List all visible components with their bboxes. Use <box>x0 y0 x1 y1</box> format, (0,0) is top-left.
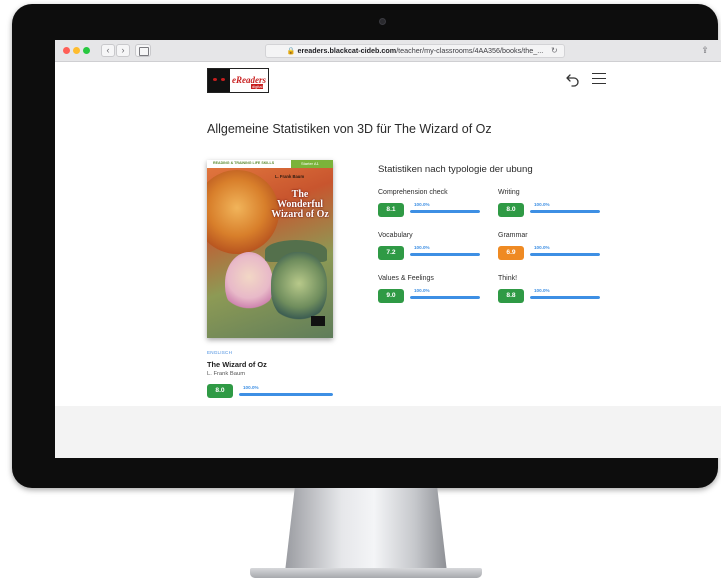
stat-vocabulary: Vocabulary 7.2 100.0% <box>378 232 493 268</box>
score-percent: 100.0% <box>243 385 259 390</box>
stat-values-feelings: Values & Feelings 9.0 100.0% <box>378 275 493 311</box>
sidebar-toggle-icon[interactable] <box>135 44 151 57</box>
book-author: L. Frank Baum <box>207 371 246 377</box>
page-content: eReaders digital Allgemeine Statistiken … <box>55 62 721 458</box>
score-percent: 100.0% <box>534 245 550 250</box>
progress-fill <box>410 210 480 213</box>
reload-icon[interactable]: ↻ <box>551 44 558 58</box>
stat-comprehension-check: Comprehension check 8.1 100.0% <box>378 189 493 225</box>
monitor-bezel: ‹ › 🔒 ereaders.blackcat-cideb.com/teacher… <box>12 4 721 488</box>
url-host: ereaders.blackcat-cideb.com <box>297 46 397 55</box>
url-path: /teacher/my-classrooms/4AA356/books/the_… <box>396 46 544 55</box>
cover-title: The Wonderful Wizard of Oz <box>271 189 329 220</box>
score-percent: 100.0% <box>414 288 430 293</box>
stats-title: Statistiken nach typologie der ubung <box>378 164 533 175</box>
hamburger-menu-icon[interactable] <box>592 73 606 85</box>
score-percent: 100.0% <box>534 288 550 293</box>
stat-label: Vocabulary <box>378 232 413 239</box>
stat-label: Think! <box>498 275 518 282</box>
stat-think: Think! 8.8 100.0% <box>498 275 613 311</box>
progress-bar <box>530 296 600 299</box>
score-badge: 8.0 <box>207 384 233 398</box>
monitor-stand <box>285 488 447 572</box>
score-badge: 9.0 <box>378 289 404 303</box>
lock-icon: 🔒 <box>286 48 296 55</box>
address-bar[interactable]: 🔒 ereaders.blackcat-cideb.com/teacher/my-… <box>265 44 565 58</box>
publisher-logo-icon <box>311 316 325 326</box>
score-percent: 100.0% <box>414 202 430 207</box>
progress-fill <box>410 296 480 299</box>
book-cover[interactable]: READING & TRAINING LIFE SKILLS Starter A… <box>207 160 333 338</box>
monitor-stand-base <box>250 568 482 578</box>
book-language: ENGLISCH <box>207 350 233 355</box>
cover-level: Starter A1 <box>301 161 319 166</box>
score-percent: 100.0% <box>534 202 550 207</box>
stat-label: Comprehension check <box>378 189 448 196</box>
progress-fill <box>530 296 600 299</box>
back-arrow-icon[interactable] <box>565 72 581 88</box>
score-badge: 8.8 <box>498 289 524 303</box>
stat-label: Values & Feelings <box>378 275 434 282</box>
progress-bar <box>410 210 480 213</box>
progress-fill <box>530 253 600 256</box>
camera-icon <box>379 18 386 25</box>
score-badge: 6.9 <box>498 246 524 260</box>
progress-bar <box>530 210 600 213</box>
screen: ‹ › 🔒 ereaders.blackcat-cideb.com/teacher… <box>55 40 721 458</box>
stat-label: Writing <box>498 189 520 196</box>
logo-sub: digital <box>251 84 264 89</box>
progress-bar <box>410 253 480 256</box>
share-icon[interactable]: ⇪ <box>698 44 712 57</box>
black-cat-icon <box>208 69 230 92</box>
stat-grammar: Grammar 6.9 100.0% <box>498 232 613 268</box>
page-title: Allgemeine Statistiken von 3D für The Wi… <box>207 122 492 136</box>
stat-writing: Writing 8.0 100.0% <box>498 189 613 225</box>
score-badge: 7.2 <box>378 246 404 260</box>
ereaders-logo[interactable]: eReaders digital <box>207 68 269 93</box>
progress-bar <box>410 296 480 299</box>
window-maximize-icon[interactable] <box>83 47 90 54</box>
progress-bar <box>530 253 600 256</box>
progress-fill <box>530 210 600 213</box>
stat-label: Grammar <box>498 232 528 239</box>
browser-back-button[interactable]: ‹ <box>101 44 115 57</box>
score-badge: 8.1 <box>378 203 404 217</box>
progress-fill <box>239 393 333 396</box>
cover-author: L. Frank Baum <box>275 174 305 179</box>
browser-toolbar: ‹ › 🔒 ereaders.blackcat-cideb.com/teacher… <box>55 40 721 62</box>
score-percent: 100.0% <box>414 245 430 250</box>
url-text: ereaders.blackcat-cideb.com/teacher/my-c… <box>298 46 544 55</box>
browser-forward-button[interactable]: › <box>116 44 130 57</box>
book-title[interactable]: The Wizard of Oz <box>207 360 267 369</box>
progress-bar <box>239 393 333 396</box>
progress-fill <box>410 253 480 256</box>
window-close-icon[interactable] <box>63 47 70 54</box>
score-badge: 8.0 <box>498 203 524 217</box>
window-minimize-icon[interactable] <box>73 47 80 54</box>
cover-series: READING & TRAINING LIFE SKILLS <box>213 161 275 165</box>
